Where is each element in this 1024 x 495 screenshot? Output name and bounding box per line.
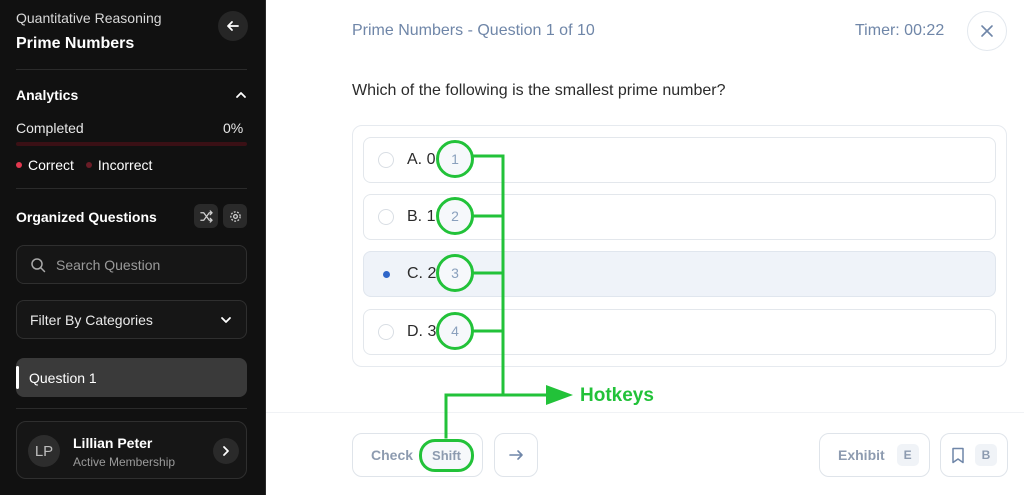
question-header: Prime Numbers - Question 1 of 10 (352, 22, 595, 39)
check-label: Check (371, 447, 414, 463)
divider (16, 408, 247, 409)
divider (16, 69, 247, 70)
next-button[interactable] (494, 433, 538, 477)
close-button[interactable] (967, 11, 1007, 51)
option-label: A. 0 (407, 151, 436, 168)
analytics-header[interactable]: Analytics (16, 87, 78, 103)
exhibit-label: Exhibit (838, 447, 885, 463)
exhibit-button[interactable]: Exhibit E (819, 433, 930, 477)
search-input[interactable] (56, 256, 236, 273)
question-list-item[interactable]: Question 1 (16, 358, 247, 397)
hotkey-badge-3: 3 (436, 254, 474, 292)
shuffle-button[interactable] (194, 204, 218, 228)
hotkeys-annotation-label: Hotkeys (580, 385, 654, 406)
app-root: Quantitative Reasoning Prime Numbers Ana… (0, 0, 1024, 495)
radio-button[interactable] (378, 324, 394, 340)
legend-correct: Correct (28, 157, 74, 173)
option-label: D. 3 (407, 323, 437, 340)
hotkey-badge-4: 4 (436, 312, 474, 350)
incorrect-dot-icon (85, 162, 92, 168)
divider (16, 188, 247, 189)
back-button[interactable] (218, 11, 248, 41)
correct-dot-icon (16, 162, 22, 168)
legend-incorrect: Incorrect (97, 157, 153, 173)
footer-divider (266, 412, 1024, 413)
question-text: Which of the following is the smallest p… (352, 82, 726, 99)
chevron-down-icon (221, 316, 231, 323)
search-field[interactable] (16, 245, 247, 284)
timer: Timer: 00:22 (855, 22, 945, 39)
completion-progress-bar (16, 142, 247, 146)
user-menu-button[interactable] (213, 438, 239, 464)
sidebar: Quantitative Reasoning Prime Numbers Ana… (0, 0, 266, 495)
chevron-right-icon (223, 446, 229, 456)
bookmark-icon (952, 447, 964, 463)
question-item-label: Question 1 (29, 369, 97, 386)
user-card[interactable]: LP Lillian Peter Active Membership (16, 421, 247, 479)
close-icon (981, 25, 993, 37)
radio-button[interactable] (378, 152, 394, 168)
check-button[interactable]: Check Shift (352, 433, 483, 477)
gear-icon (229, 210, 241, 222)
user-name: Lillian Peter (73, 435, 153, 451)
radio-button[interactable] (378, 209, 394, 225)
arrow-left-icon (227, 21, 239, 31)
topic-label: Quantitative Reasoning (16, 10, 162, 26)
filter-categories-dropdown[interactable]: Filter By Categories (16, 300, 247, 339)
arrow-right-icon (509, 450, 523, 460)
completed-percent: 0% (223, 120, 244, 136)
bookmark-hotkey-badge: B (975, 444, 997, 466)
exhibit-hotkey-badge: E (896, 444, 919, 466)
membership-status: Active Membership (73, 455, 176, 469)
shuffle-icon (199, 209, 213, 223)
legend: Correct Incorrect (16, 157, 152, 173)
option-label: C. 2 (407, 265, 437, 282)
chevron-up-icon[interactable] (234, 88, 248, 102)
filter-label: Filter By Categories (30, 311, 153, 328)
page-title: Prime Numbers (16, 35, 135, 52)
completed-label: Completed (16, 120, 84, 136)
active-indicator (16, 366, 19, 389)
option-label: B. 1 (407, 208, 436, 225)
arrow-head-icon (546, 385, 573, 405)
hotkey-badge-1: 1 (436, 140, 474, 178)
radio-button-selected[interactable] (378, 266, 394, 282)
bookmark-button[interactable]: B (940, 433, 1008, 477)
hotkey-badge-2: 2 (436, 197, 474, 235)
search-icon (31, 257, 46, 272)
shift-hotkey-badge: Shift (419, 439, 474, 472)
avatar: LP (28, 435, 60, 467)
settings-button[interactable] (223, 204, 247, 228)
organized-questions-label: Organized Questions (16, 209, 157, 225)
